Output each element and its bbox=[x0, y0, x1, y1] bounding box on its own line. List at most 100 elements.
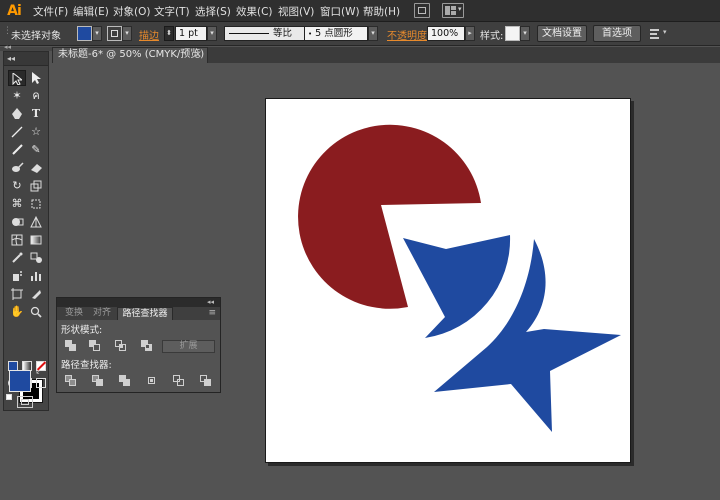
opacity-label-link[interactable]: 不透明度 bbox=[387, 27, 427, 42]
slice-tool-icon[interactable] bbox=[27, 286, 45, 302]
perspective-grid-tool-icon[interactable] bbox=[27, 214, 45, 230]
divide-icon[interactable] bbox=[65, 375, 78, 387]
shape-modes-label: 形状模式: bbox=[61, 325, 103, 336]
brush-dropdown-icon[interactable]: ▾ bbox=[368, 26, 378, 41]
graphic-style-dropdown-icon[interactable]: ▾ bbox=[520, 26, 530, 41]
pathfinder-panel-topbar[interactable]: ◂◂ bbox=[57, 298, 220, 307]
pencil-tool-icon[interactable]: ✎ bbox=[27, 142, 45, 158]
document-tab[interactable]: 未标题-6* @ 50% (CMYK/预览) × bbox=[52, 47, 208, 63]
crop-icon[interactable] bbox=[146, 375, 159, 387]
rotate-tool-icon[interactable]: ↻ bbox=[8, 178, 26, 194]
lasso-tool-icon[interactable]: ค bbox=[27, 88, 45, 104]
fill-color-box[interactable] bbox=[9, 370, 31, 392]
menu-effect[interactable]: 效果(C) bbox=[236, 4, 273, 19]
paintbrush-tool-icon[interactable] bbox=[8, 142, 26, 158]
document-tab-title: 未标题-6* @ 50% (CMYK/预览) bbox=[58, 49, 205, 60]
eraser-tool-icon[interactable] bbox=[27, 160, 45, 176]
tools-panel: ◂◂ ✶ ค T ☆ ✎ ↻ ⌘ ✋ ⤢ bbox=[3, 51, 49, 411]
menu-help[interactable]: 帮助(H) bbox=[363, 4, 400, 19]
opacity-field[interactable]: 100% bbox=[427, 26, 465, 41]
unite-icon[interactable] bbox=[65, 340, 78, 352]
symbol-sprayer-tool-icon[interactable] bbox=[8, 268, 26, 284]
gradient-tool-icon[interactable] bbox=[27, 232, 45, 248]
line-tool-icon[interactable] bbox=[8, 124, 26, 140]
star-tool-icon[interactable]: ☆ bbox=[27, 124, 45, 140]
column-graph-tool-icon[interactable] bbox=[27, 268, 45, 284]
brush-label: 5 点圆形 bbox=[315, 28, 353, 39]
free-transform-tool-icon[interactable] bbox=[27, 196, 45, 212]
menu-view[interactable]: 视图(V) bbox=[278, 4, 314, 19]
mesh-tool-icon[interactable] bbox=[8, 232, 26, 248]
tools-panel-header[interactable]: ◂◂ bbox=[4, 52, 48, 66]
draw-inside-icon[interactable] bbox=[36, 378, 46, 388]
hand-tool-icon[interactable]: ✋ bbox=[8, 304, 26, 320]
collapse-arrows-icon[interactable]: ◂◂ bbox=[4, 43, 11, 51]
preferences-button[interactable]: 首选项 bbox=[593, 25, 641, 42]
selection-status: 未选择对象 bbox=[11, 31, 61, 42]
artboard-tool-icon[interactable] bbox=[8, 286, 26, 302]
expand-button[interactable]: 扩展 bbox=[162, 340, 215, 353]
panel-collapse-icon[interactable]: ◂◂ bbox=[207, 298, 214, 306]
magic-wand-tool-icon[interactable]: ✶ bbox=[8, 88, 26, 104]
shape-builder-tool-icon[interactable] bbox=[8, 214, 26, 230]
fill-color-swatch[interactable] bbox=[77, 26, 92, 41]
zoom-tool-icon[interactable] bbox=[27, 304, 45, 320]
stroke-color-swatch[interactable] bbox=[107, 26, 122, 41]
stroke-profile-field[interactable]: 等比 bbox=[224, 26, 310, 41]
fill-dropdown-icon[interactable]: ▾ bbox=[92, 26, 102, 41]
opacity-dropdown-icon[interactable]: ▸ bbox=[465, 26, 475, 41]
outline-icon[interactable] bbox=[173, 375, 186, 387]
artwork-canvas bbox=[298, 124, 621, 432]
graphic-style-swatch[interactable] bbox=[505, 26, 520, 41]
document-setup-button[interactable]: 文档设置 bbox=[537, 25, 587, 42]
collapse-tools-icon[interactable]: ◂◂ bbox=[7, 54, 15, 63]
blue-star-shape[interactable] bbox=[403, 235, 511, 338]
stroke-label-link[interactable]: 描边 bbox=[139, 27, 159, 42]
width-tool-icon[interactable]: ⌘ bbox=[8, 196, 26, 212]
bridge-icon[interactable] bbox=[414, 3, 430, 18]
pathfinders-label: 路径查找器: bbox=[61, 360, 112, 371]
pathfinder-panel: ◂◂ 变换 对齐 路径查找器 ≡ 形状模式: 扩展 路径查找器: bbox=[56, 297, 221, 393]
stroke-weight-dropdown-icon[interactable]: ▾ bbox=[207, 26, 217, 41]
menu-window[interactable]: 窗口(W) bbox=[320, 4, 360, 19]
style-label: 样式: bbox=[480, 31, 504, 42]
scale-tool-icon[interactable] bbox=[27, 178, 45, 194]
type-tool-icon[interactable]: T bbox=[27, 106, 45, 122]
pen-tool-icon[interactable] bbox=[8, 106, 26, 122]
exclude-icon[interactable] bbox=[141, 340, 154, 352]
control-bar: ⋮ 未选择对象 ▾ ▾ 描边 ⬍ 1 pt ▾ 等比 ▾ • 5 点圆形 ▾ 不… bbox=[0, 22, 720, 46]
menu-object[interactable]: 对象(O) bbox=[113, 4, 150, 19]
tab-pathfinder[interactable]: 路径查找器 bbox=[117, 307, 173, 320]
screen-mode-icon[interactable] bbox=[17, 396, 33, 408]
stroke-profile-label: 等比 bbox=[273, 28, 293, 39]
panel-menu-icon[interactable]: ▾ bbox=[663, 28, 667, 36]
close-tab-icon[interactable]: × bbox=[194, 48, 202, 62]
menu-select[interactable]: 选择(S) bbox=[195, 4, 231, 19]
stroke-weight-stepper[interactable]: ⬍ bbox=[164, 26, 174, 41]
menu-file[interactable]: 文件(F) bbox=[33, 4, 68, 19]
panel-menu-icon[interactable]: ≡ bbox=[208, 308, 216, 318]
intersect-icon[interactable] bbox=[115, 340, 128, 352]
blob-brush-tool-icon[interactable] bbox=[8, 160, 26, 176]
direct-selection-tool-icon[interactable] bbox=[27, 70, 45, 86]
default-fill-stroke-icon[interactable] bbox=[6, 394, 12, 400]
tab-transform[interactable]: 变换 bbox=[60, 307, 88, 320]
merge-icon[interactable] bbox=[119, 375, 132, 387]
minus-front-icon[interactable] bbox=[89, 340, 102, 352]
tab-align[interactable]: 对齐 bbox=[88, 307, 116, 320]
menu-edit[interactable]: 编辑(E) bbox=[73, 4, 109, 19]
arrange-documents-icon[interactable]: ▾ bbox=[442, 3, 464, 18]
eyedropper-tool-icon[interactable] bbox=[8, 250, 26, 266]
align-options-icon[interactable] bbox=[650, 28, 662, 39]
trim-icon[interactable] bbox=[92, 375, 105, 387]
artboard[interactable] bbox=[265, 98, 631, 463]
blend-tool-icon[interactable] bbox=[27, 250, 45, 266]
menu-type[interactable]: 文字(T) bbox=[154, 4, 190, 19]
minus-back-icon[interactable] bbox=[200, 375, 213, 387]
stroke-weight-field[interactable]: 1 pt bbox=[175, 26, 207, 41]
brush-field[interactable]: • 5 点圆形 bbox=[304, 26, 368, 41]
stroke-dropdown-icon[interactable]: ▾ bbox=[122, 26, 132, 41]
app-logo: Ai bbox=[7, 3, 22, 19]
selection-tool-icon[interactable] bbox=[8, 70, 26, 86]
none-mode-icon[interactable] bbox=[36, 361, 47, 371]
